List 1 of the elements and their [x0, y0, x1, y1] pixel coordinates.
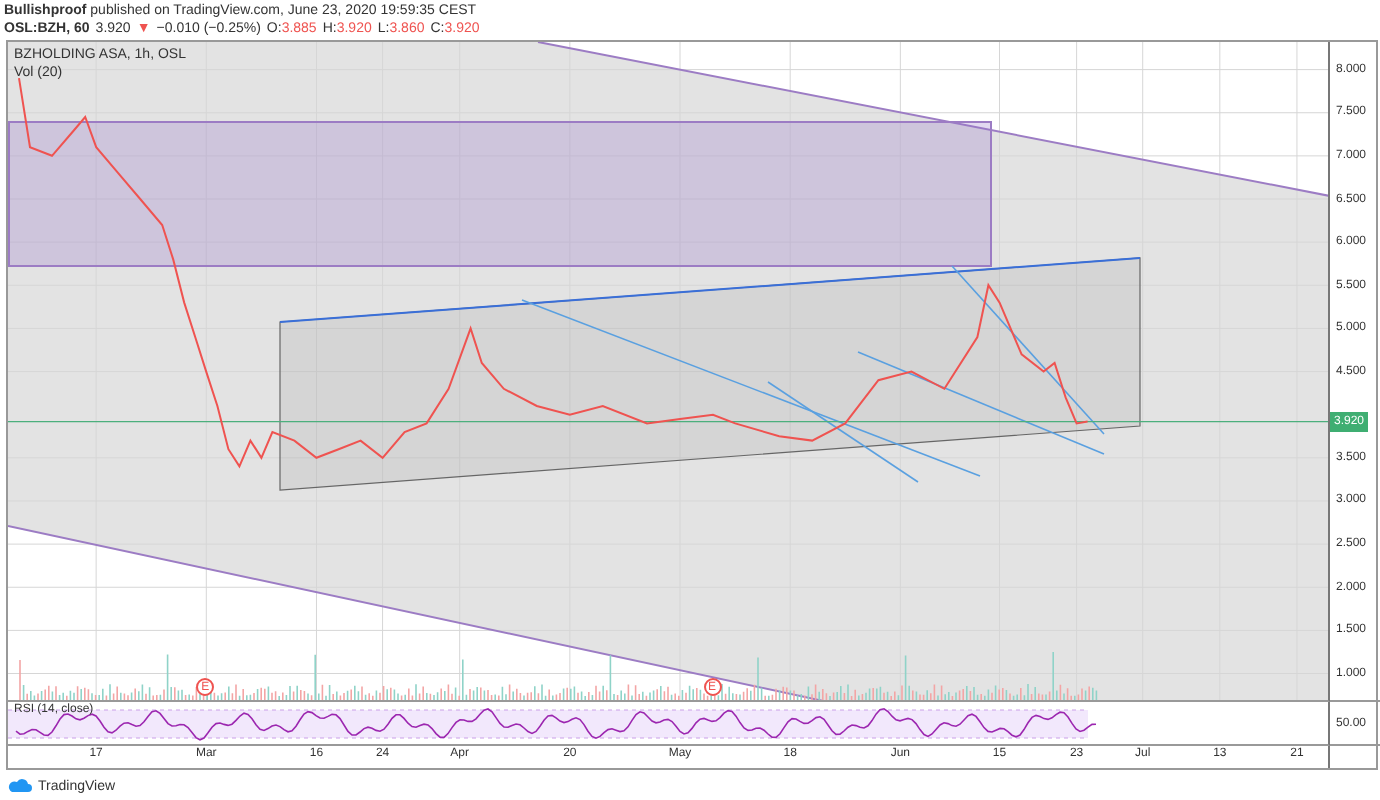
cloud-logo-icon — [8, 778, 32, 794]
